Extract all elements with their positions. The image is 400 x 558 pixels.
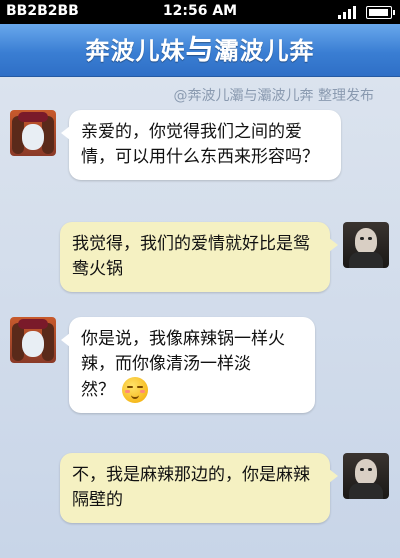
blushing-face-icon xyxy=(122,377,149,403)
message-text: 你是说，我像麻辣锅一样火辣，而你像清汤一样淡 xyxy=(81,329,285,374)
message-text: 不，我是麻辣那边的，你是麻辣隔壁的 xyxy=(72,465,310,510)
girl-avatar[interactable] xyxy=(10,110,56,156)
status-bar: BB2B2BB 12:56 AM xyxy=(0,0,400,24)
chat-area[interactable]: @奔波儿灞与灞波儿奔 整理发布 亲爱的，你觉得我们之间的爱情，可以用什么东西来形… xyxy=(0,77,400,558)
message-bubble-3[interactable]: 你是说，我像麻辣锅一样火辣，而你像清汤一样淡 然？ xyxy=(61,317,315,413)
title-right-name: 灞波儿奔 xyxy=(214,37,315,65)
chat-title-bar: 奔波儿妹与灞波儿奔 xyxy=(0,24,400,77)
message-text: 亲爱的，你觉得我们之间的爱情，可以用什么东西来形容吗？ xyxy=(81,122,319,167)
message-text: 我觉得，我们的爱情就好比是鸳鸯火锅 xyxy=(72,234,310,279)
man-avatar[interactable] xyxy=(343,453,389,499)
message-text-end: 然？ xyxy=(81,380,115,400)
signal-icon xyxy=(338,5,360,19)
watermark: @奔波儿灞与灞波儿奔 整理发布 xyxy=(173,88,374,104)
girl-avatar[interactable] xyxy=(10,317,56,363)
message-bubble-2[interactable]: 我觉得，我们的爱情就好比是鸳鸯火锅 xyxy=(60,222,338,292)
title-left-name: 奔波儿妹 xyxy=(85,37,186,65)
man-avatar[interactable] xyxy=(343,222,389,268)
message-bubble-4[interactable]: 不，我是麻辣那边的，你是麻辣隔壁的 xyxy=(60,453,338,523)
message-bubble-1[interactable]: 亲爱的，你觉得我们之间的爱情，可以用什么东西来形容吗？ xyxy=(61,110,341,180)
title-connector: 与 xyxy=(185,33,215,66)
battery-icon xyxy=(366,6,395,19)
